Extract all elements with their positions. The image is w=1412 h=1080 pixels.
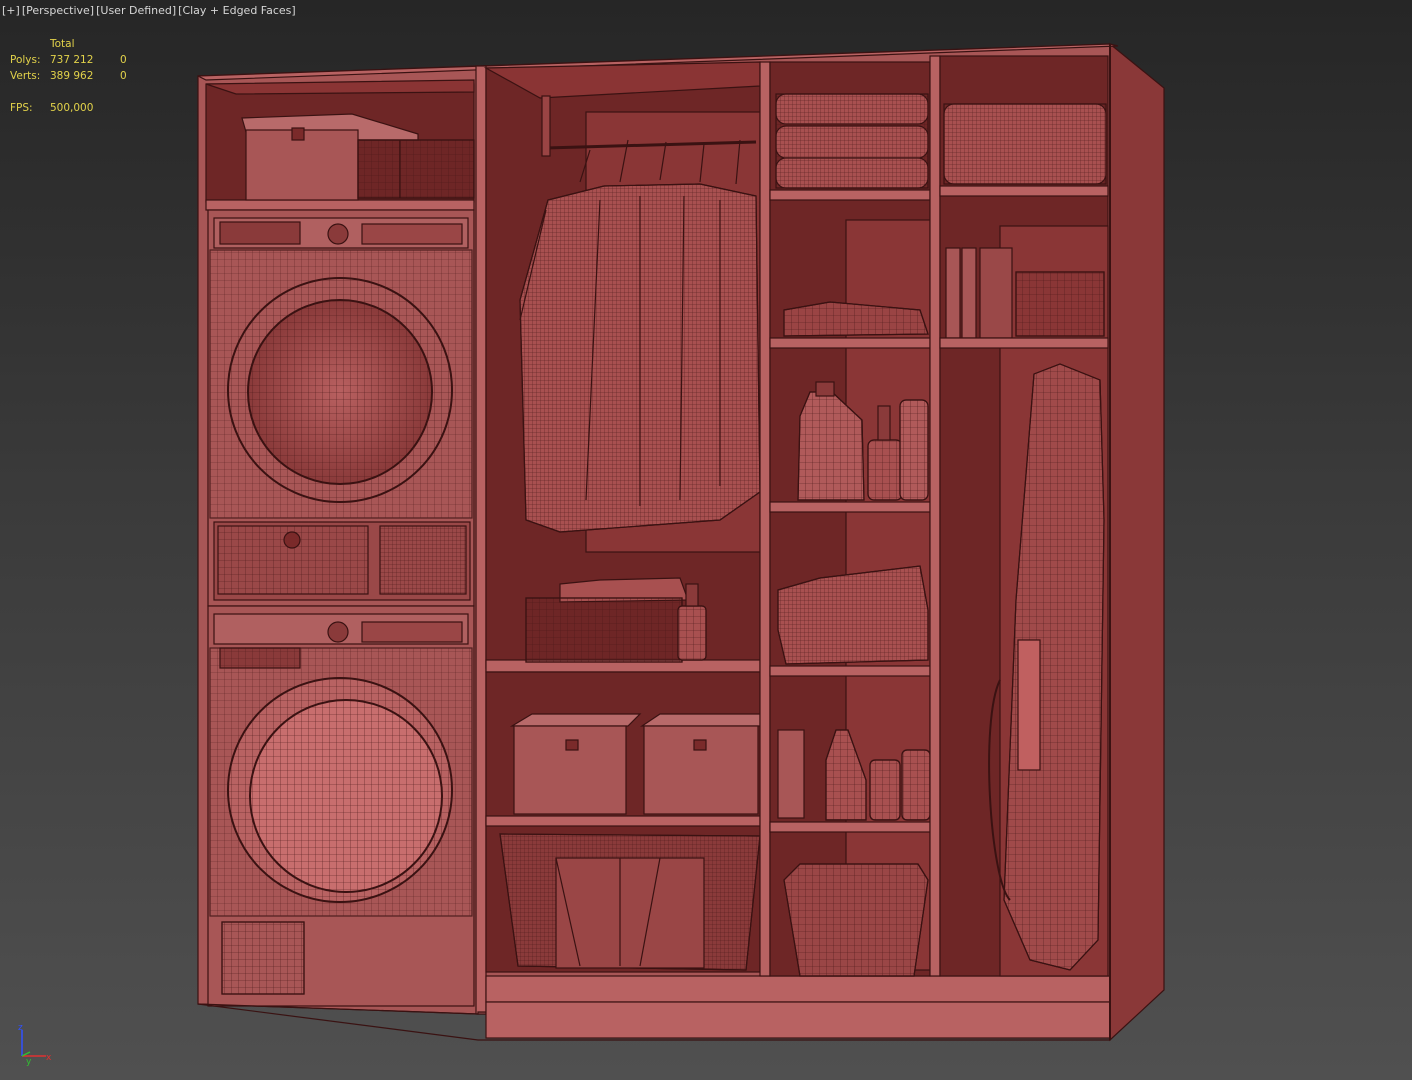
washing-machine [207, 605, 475, 1007]
tumble-dryer [207, 209, 475, 607]
axis-y-label: y [26, 1057, 32, 1066]
small-wire-basket [1015, 271, 1105, 337]
middle-shelf-column [769, 61, 931, 977]
wire-basket [357, 139, 475, 199]
hanging-jackets [519, 139, 761, 533]
storage-box-right [640, 713, 761, 815]
viewport-3d-scene[interactable] [0, 0, 1412, 1080]
right-column [939, 55, 1109, 977]
wire-laundry-bin [499, 833, 761, 971]
laundry-cabinet-model [197, 42, 1165, 1042]
axis-gizmo-icon: z y x [18, 1023, 52, 1066]
laundry-basket [783, 863, 929, 977]
left-column [205, 79, 475, 1007]
folded-blankets [943, 103, 1107, 185]
axis-x-label: x [46, 1053, 52, 1063]
axis-z-label: z [18, 1023, 23, 1033]
folded-towels [775, 93, 929, 189]
storage-box-left [509, 713, 642, 815]
